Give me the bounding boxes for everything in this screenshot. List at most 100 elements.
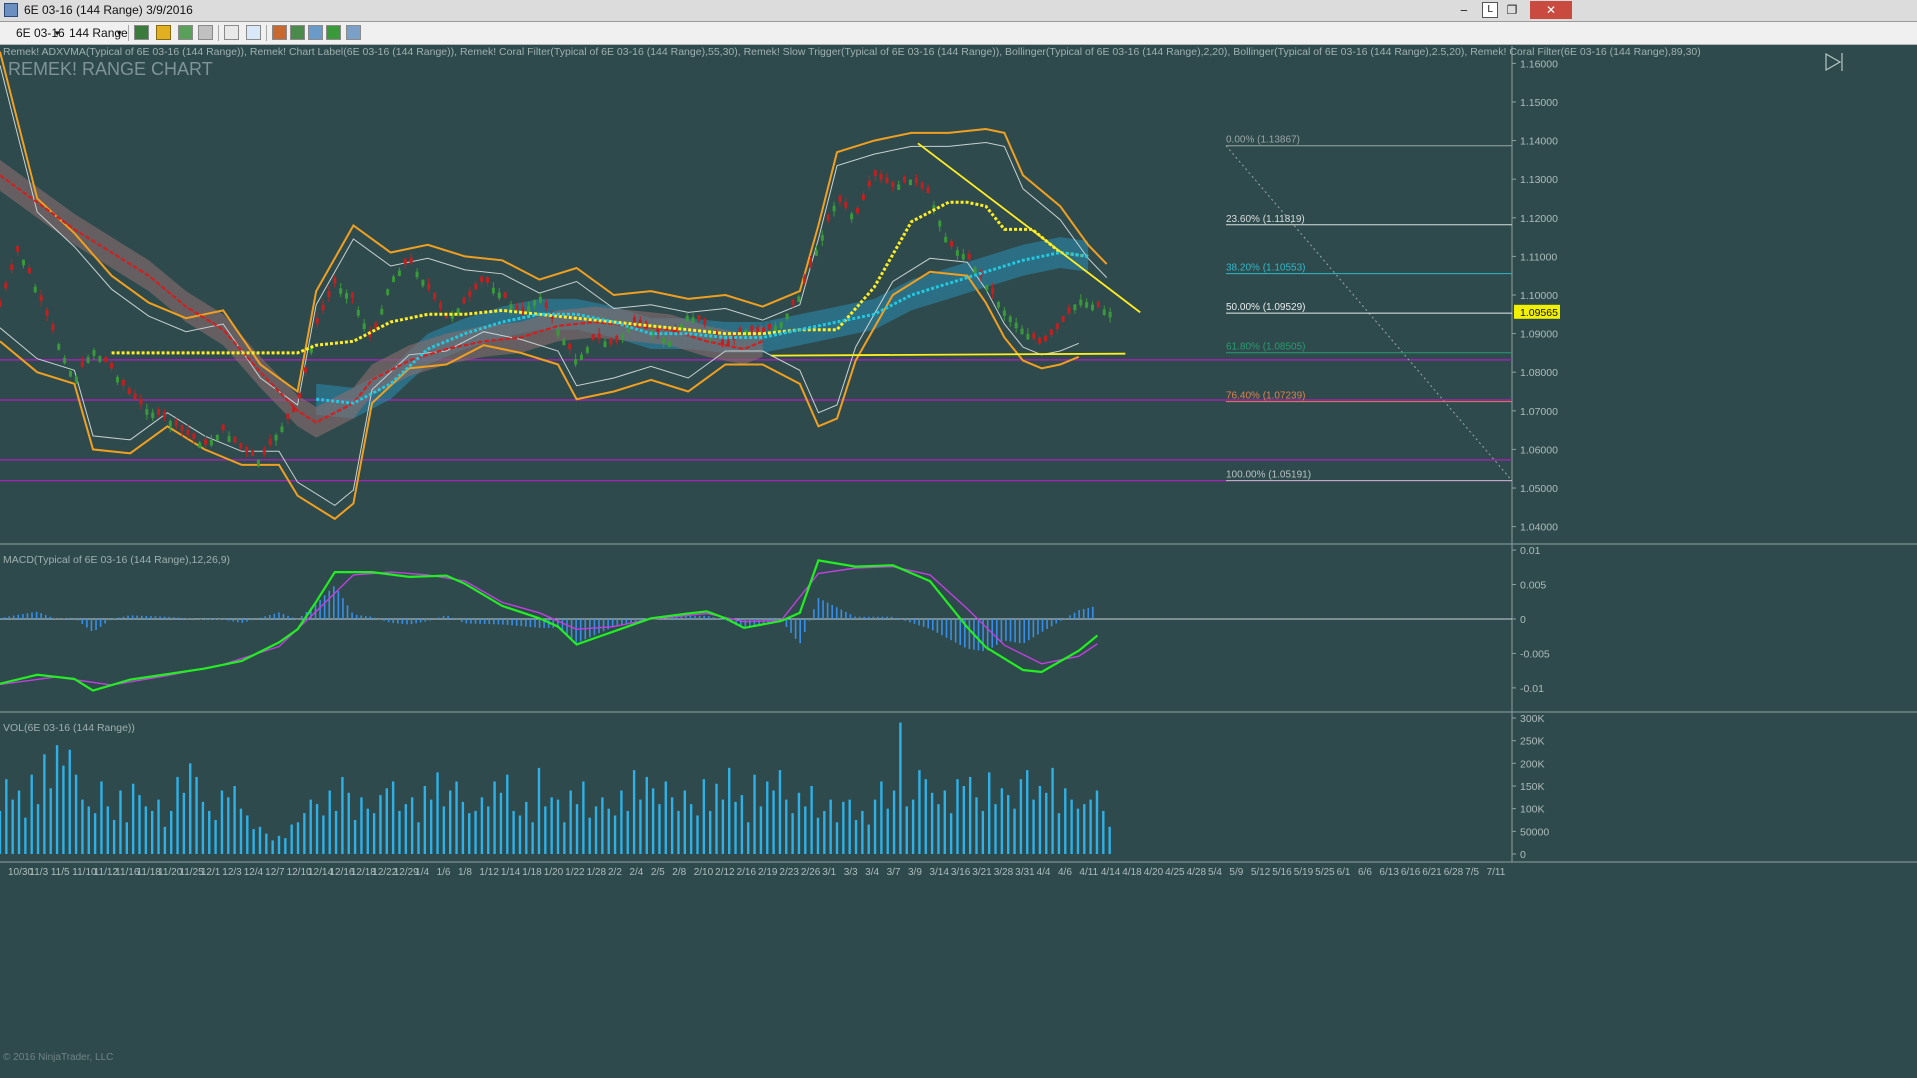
volume-bar <box>144 806 148 854</box>
volume-tick-label: 0 <box>1520 849 1526 861</box>
volume-bar <box>341 776 344 854</box>
candle-body <box>544 302 548 308</box>
volume-bar <box>87 806 90 854</box>
x-tick-label: 5/9 <box>1229 867 1243 878</box>
volume-bar <box>506 774 509 854</box>
order-entry-icon[interactable] <box>272 25 287 40</box>
candle-body <box>439 302 443 309</box>
volume-bar <box>1089 799 1092 854</box>
volume-bar <box>518 815 522 854</box>
candle-body <box>491 287 495 294</box>
candle-body <box>603 341 607 348</box>
volume-bar <box>11 799 14 854</box>
candle-body <box>139 398 143 405</box>
instrument-dropdown-icon[interactable]: ▾ <box>55 28 60 39</box>
candle-body <box>1044 335 1048 342</box>
volume-bar <box>201 801 205 854</box>
candle-body <box>80 361 84 367</box>
x-tick-label: 1/22 <box>565 867 585 878</box>
candle-body <box>515 304 519 311</box>
properties-icon[interactable] <box>290 25 305 40</box>
candle-body <box>850 213 854 220</box>
candle-body <box>1038 338 1042 344</box>
candle-body <box>21 259 25 266</box>
volume-bar <box>531 822 534 854</box>
volume-tick-label: 100K <box>1520 804 1545 816</box>
volume-bar <box>487 806 490 854</box>
drawing-tools-icon[interactable] <box>156 25 171 40</box>
volume-bar <box>728 767 731 854</box>
volume-bar <box>315 804 319 854</box>
template-icon[interactable] <box>346 25 361 40</box>
candle-body <box>961 253 965 260</box>
chart-canvas[interactable]: 1.04000 1.05000 1.06000 1.07000 1.08000 1.090… <box>0 46 1917 1078</box>
x-tick-label: 2/12 <box>715 867 735 878</box>
cursor-icon[interactable] <box>224 25 239 40</box>
close-button[interactable]: ✕ <box>1530 1 1572 19</box>
x-tick-label: 4/25 <box>1165 867 1185 878</box>
volume-bar <box>474 810 477 854</box>
data-box-icon[interactable] <box>308 25 323 40</box>
volume-bar <box>747 822 750 854</box>
volume-bar <box>442 806 446 854</box>
candle-body <box>10 264 14 271</box>
candle-body <box>168 420 172 427</box>
chart-app-icon <box>4 3 18 17</box>
restore-button[interactable]: ❐ <box>1497 1 1527 19</box>
candle-body <box>45 309 49 316</box>
volume-bar <box>753 774 756 854</box>
dollar-icon[interactable] <box>326 25 341 40</box>
link-badge[interactable]: L <box>1482 2 1498 18</box>
price-tick-label: 1.08000 <box>1520 367 1558 379</box>
candle-body <box>668 341 672 347</box>
candle-body <box>1079 299 1083 306</box>
x-tick-label: 5/16 <box>1272 867 1292 878</box>
price-tick-label: 1.12000 <box>1520 213 1558 225</box>
candle-body <box>609 338 613 344</box>
x-tick-label: 3/4 <box>865 867 879 878</box>
volume-title: VOL(6E 03-16 (144 Range)) <box>3 722 135 734</box>
volume-bar <box>30 774 33 854</box>
add-indicator-icon[interactable] <box>178 25 193 40</box>
candle-body <box>133 393 137 400</box>
volume-bar <box>119 790 122 854</box>
candle-body <box>944 236 948 243</box>
volume-bar <box>112 820 116 854</box>
x-tick-label: 6/16 <box>1401 867 1421 878</box>
x-tick-label: 6/6 <box>1358 867 1372 878</box>
candle-body <box>703 319 707 325</box>
strategy-icon[interactable] <box>198 25 213 40</box>
candle-body <box>209 439 213 446</box>
volume-bar <box>956 779 959 854</box>
candle-body <box>192 433 196 439</box>
period-dropdown-icon[interactable]: ▾ <box>117 28 122 39</box>
candle-body <box>621 334 625 340</box>
price-tick-label: 1.14000 <box>1520 136 1558 148</box>
candle-body <box>104 356 108 363</box>
volume-bar <box>1083 804 1086 854</box>
candle-body <box>914 177 918 184</box>
volume-bar <box>303 813 306 854</box>
candle-body <box>303 367 307 373</box>
volume-bar <box>835 822 839 854</box>
toolbar-separator <box>218 25 219 41</box>
window-title: 6E 03-16 (144 Range) 3/9/2016 <box>24 3 193 17</box>
x-tick-label: 5/25 <box>1315 867 1335 878</box>
volume-bar <box>1007 795 1010 854</box>
volume-bar <box>797 792 801 854</box>
minimize-button[interactable]: ‒ <box>1446 1 1482 19</box>
candle-body <box>726 340 730 346</box>
candle-body <box>509 304 513 310</box>
zoom-icon[interactable] <box>246 25 261 40</box>
volume-bar <box>379 795 382 854</box>
macd-title: MACD(Typical of 6E 03-16 (144 Range),12,… <box>3 554 230 566</box>
bar-style-icon[interactable] <box>134 25 149 40</box>
volume-bar <box>461 801 465 854</box>
candle-body <box>938 221 942 227</box>
volume-bar <box>829 799 832 854</box>
price-tick-label: 1.09000 <box>1520 329 1558 341</box>
fibonacci-label: 0.00% (1.13867) <box>1226 135 1300 146</box>
volume-bar <box>778 770 782 854</box>
volume-bar <box>1076 808 1080 854</box>
x-tick-label: 3/16 <box>951 867 971 878</box>
